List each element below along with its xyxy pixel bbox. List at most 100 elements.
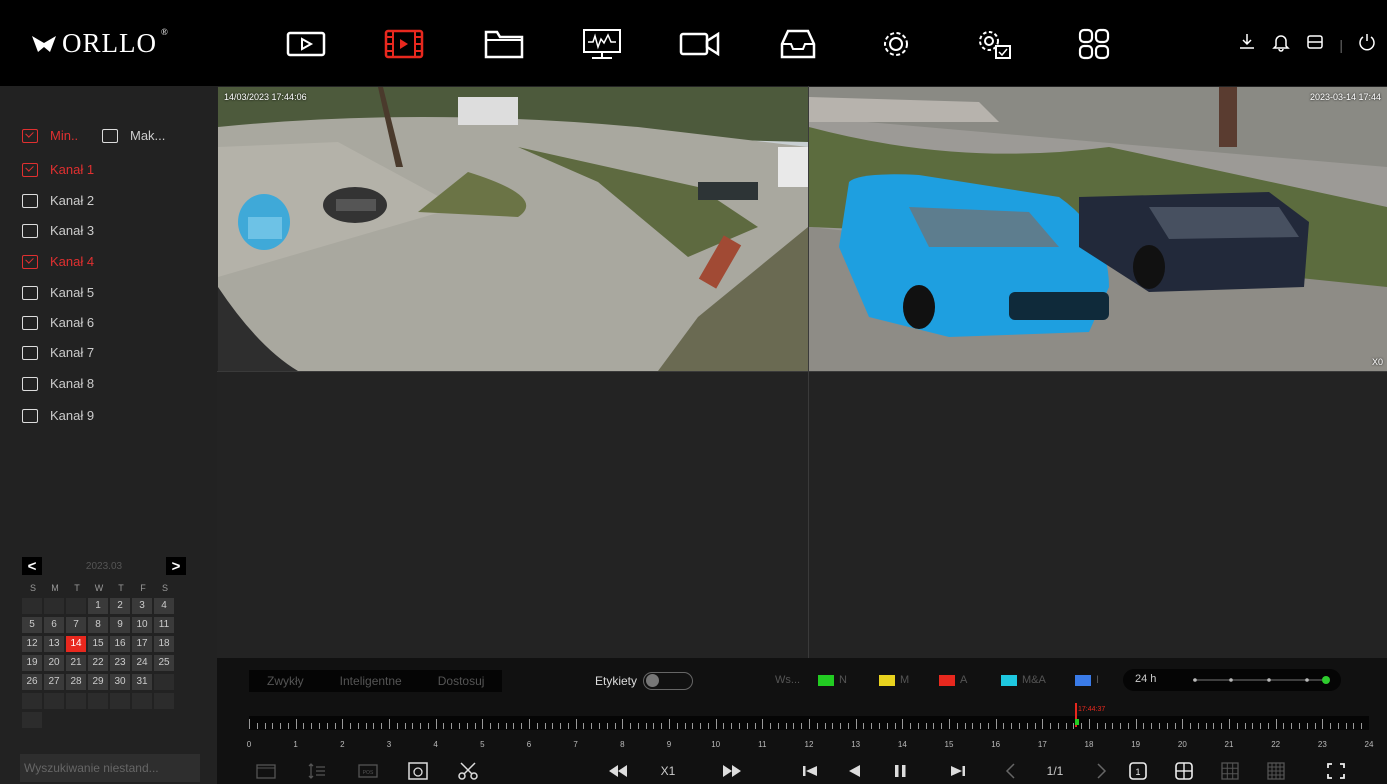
- calendar-day[interactable]: 4: [154, 598, 174, 614]
- bell-icon[interactable]: [1271, 32, 1291, 57]
- calendar-day[interactable]: 21: [66, 655, 86, 671]
- calendar-day[interactable]: 18: [154, 636, 174, 652]
- custom-search-field[interactable]: Wyszukiwanie niestand...: [20, 754, 200, 782]
- checkbox-icon: [22, 223, 38, 238]
- channel-item-9[interactable]: Kanał 9: [22, 408, 94, 423]
- layout-4-icon[interactable]: [1169, 758, 1199, 784]
- calendar-day[interactable]: 7: [66, 617, 86, 633]
- page-next-icon[interactable]: [1089, 758, 1113, 784]
- calendar-day[interactable]: 29: [88, 674, 108, 690]
- stream-main-checkbox[interactable]: Min..: [22, 128, 78, 143]
- layout-16-icon[interactable]: [1261, 758, 1291, 784]
- calendar-day[interactable]: 26: [22, 674, 42, 690]
- calendar-day[interactable]: 10: [132, 617, 152, 633]
- hour-label: 20: [1177, 740, 1187, 749]
- channel-label: Kanał 3: [50, 223, 95, 238]
- tab-smart[interactable]: Inteligentne: [322, 670, 420, 692]
- calendar-day[interactable]: 28: [66, 674, 86, 690]
- legend-label: M&A: [1022, 674, 1046, 686]
- calendar-day[interactable]: 30: [110, 674, 130, 690]
- channel-item-5[interactable]: Kanał 5: [22, 285, 94, 300]
- calendar-day[interactable]: 2: [110, 598, 130, 614]
- fast-forward-icon[interactable]: [715, 758, 749, 784]
- legend-motion-alarm[interactable]: M&A: [1001, 674, 1046, 686]
- channel-item-3[interactable]: Kanał 3: [22, 223, 94, 238]
- calendar-day[interactable]: 14: [66, 636, 86, 652]
- clip-icon[interactable]: [249, 758, 283, 784]
- calendar-day[interactable]: 16: [110, 636, 130, 652]
- calendar-day[interactable]: 8: [88, 617, 108, 633]
- legend-label: Ws...: [775, 674, 801, 686]
- channel-item-1[interactable]: Kanał 1: [22, 162, 94, 177]
- calendar-day[interactable]: 11: [154, 617, 174, 633]
- checkbox-icon: [22, 285, 38, 300]
- settings-icon[interactable]: [872, 26, 920, 62]
- legend-all[interactable]: Ws...: [775, 674, 800, 686]
- calendar-day[interactable]: 25: [154, 655, 174, 671]
- calendar-day[interactable]: 1: [88, 598, 108, 614]
- channel-item-8[interactable]: Kanał 8: [22, 376, 94, 391]
- calendar-day[interactable]: 19: [22, 655, 42, 671]
- legend-motion[interactable]: M: [879, 674, 909, 686]
- timeline-zoom-slider[interactable]: 24 h: [1123, 669, 1341, 691]
- hour-label: 9: [666, 740, 672, 749]
- snapshot-icon[interactable]: [401, 758, 435, 784]
- channel-item-2[interactable]: Kanał 2: [22, 193, 94, 208]
- calendar-day[interactable]: 22: [88, 655, 108, 671]
- calendar-day[interactable]: 13: [44, 636, 64, 652]
- checkbox-icon: [22, 408, 38, 423]
- scissors-icon[interactable]: [451, 758, 485, 784]
- calendar-day[interactable]: 31: [132, 674, 152, 690]
- calendar-day[interactable]: 3: [132, 598, 152, 614]
- page-prev-icon[interactable]: [999, 758, 1023, 784]
- fullscreen-icon[interactable]: [1321, 758, 1351, 784]
- calendar-day[interactable]: 5: [22, 617, 42, 633]
- calendar-day[interactable]: 12: [22, 636, 42, 652]
- play-reverse-icon[interactable]: [839, 758, 869, 784]
- layout-1-icon[interactable]: 1: [1123, 758, 1153, 784]
- timeline-bar[interactable]: [249, 716, 1369, 730]
- channel-item-7[interactable]: Kanał 7: [22, 345, 94, 360]
- calendar-day[interactable]: 24: [132, 655, 152, 671]
- legend-intelligent[interactable]: I: [1075, 674, 1099, 686]
- legend-label: I: [1096, 674, 1100, 686]
- power-icon[interactable]: [1357, 32, 1377, 57]
- pos-icon[interactable]: POS: [351, 758, 385, 784]
- storage-icon[interactable]: [1305, 32, 1325, 57]
- stream-sub-checkbox[interactable]: Mak...: [102, 128, 165, 143]
- calendar-prev-button[interactable]: <: [22, 557, 42, 575]
- legend-alarm[interactable]: A: [939, 674, 967, 686]
- download-icon[interactable]: [1237, 32, 1257, 57]
- tab-custom[interactable]: Dostosuj: [420, 670, 503, 692]
- camera-view-1[interactable]: 14/03/2023 17:44:06: [218, 87, 808, 371]
- calendar-day[interactable]: 9: [110, 617, 130, 633]
- channel-item-4[interactable]: Kanał 4: [22, 254, 94, 269]
- pause-icon[interactable]: [885, 758, 915, 784]
- tag-list-icon[interactable]: [299, 758, 333, 784]
- next-frame-icon[interactable]: [943, 758, 973, 784]
- layout-9-icon[interactable]: [1215, 758, 1245, 784]
- legend-normal[interactable]: N: [818, 674, 847, 686]
- calendar-day[interactable]: 20: [44, 655, 64, 671]
- calendar-day[interactable]: 23: [110, 655, 130, 671]
- calendar-day[interactable]: 27: [44, 674, 64, 690]
- apps-icon[interactable]: [1070, 26, 1118, 62]
- camera-view-2[interactable]: 2023-03-14 17:44 X0: [809, 87, 1387, 371]
- calendar-day[interactable]: 6: [44, 617, 64, 633]
- tags-toggle[interactable]: [643, 672, 694, 690]
- calendar-day[interactable]: 17: [132, 636, 152, 652]
- rewind-icon[interactable]: [601, 758, 635, 784]
- channel-item-6[interactable]: Kanał 6: [22, 315, 94, 330]
- weekday: F: [140, 583, 146, 593]
- live-view-icon[interactable]: [282, 26, 330, 62]
- camera-icon[interactable]: [676, 26, 724, 62]
- advanced-settings-icon[interactable]: [970, 26, 1018, 62]
- monitor-icon[interactable]: [578, 26, 626, 62]
- calendar-day[interactable]: 15: [88, 636, 108, 652]
- inbox-icon[interactable]: [774, 26, 822, 62]
- calendar-next-button[interactable]: >: [166, 557, 186, 575]
- playback-icon[interactable]: [380, 26, 428, 62]
- prev-frame-icon[interactable]: [795, 758, 825, 784]
- folder-icon[interactable]: [480, 26, 528, 62]
- tab-normal[interactable]: Zwykły: [249, 670, 322, 692]
